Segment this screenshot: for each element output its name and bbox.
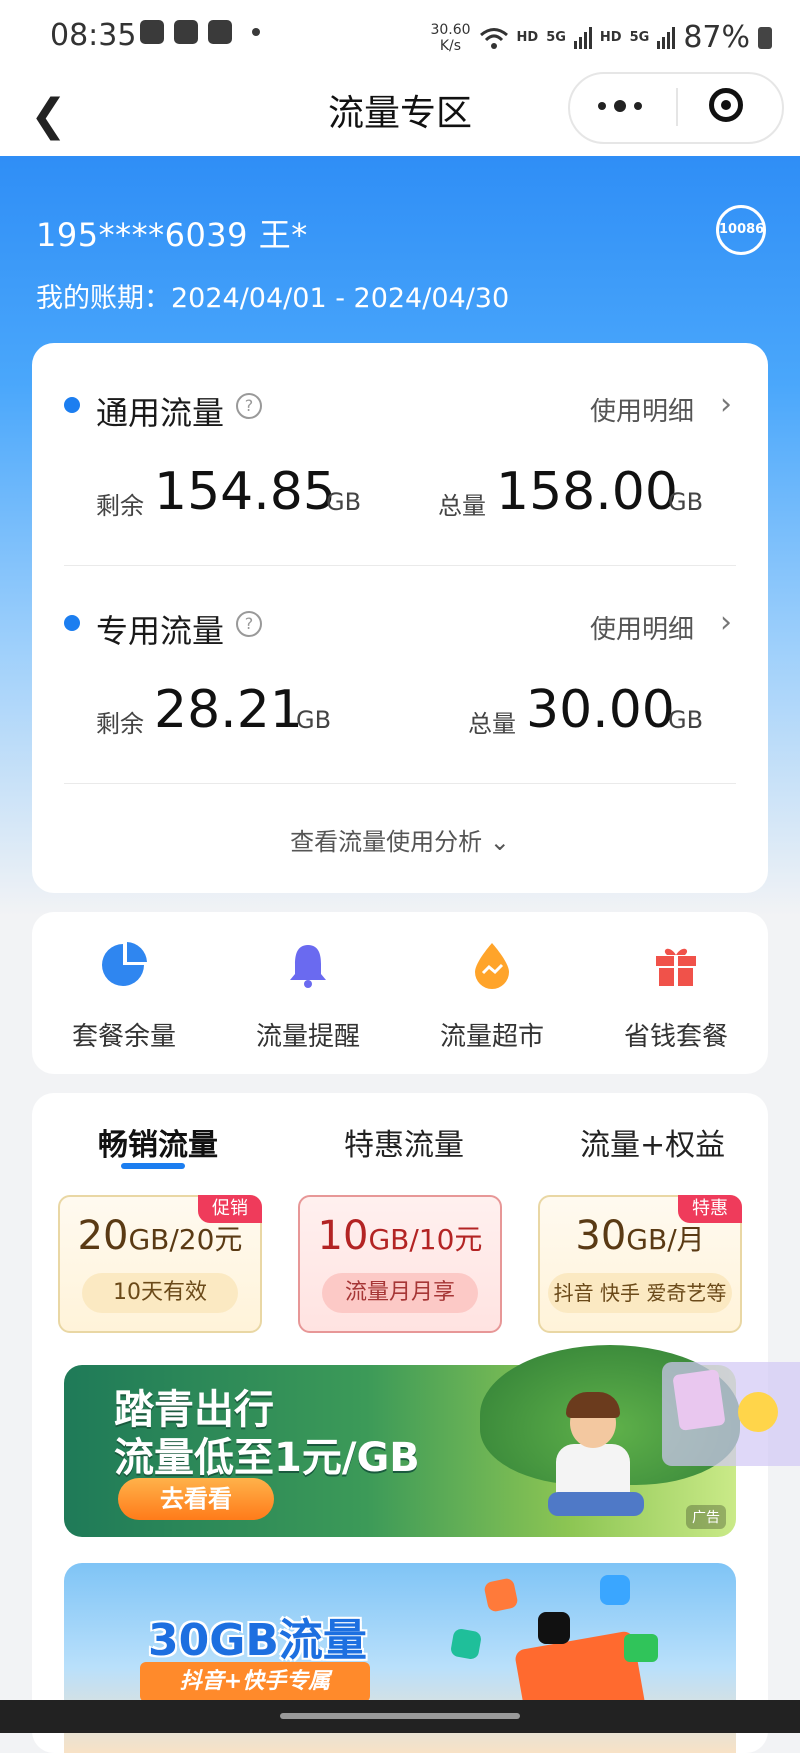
tab-discount[interactable]: 特惠流量 bbox=[344, 1120, 464, 1164]
capsule-divider bbox=[676, 88, 678, 126]
active-tab-indicator bbox=[121, 1163, 185, 1169]
product-card-3[interactable]: 30GB/月 抖音 快手 爱奇艺等 特惠 bbox=[538, 1195, 742, 1333]
customer-service-icon[interactable]: 10086 bbox=[716, 205, 766, 255]
shopping-bag-icon bbox=[208, 20, 232, 44]
general-remain-unit: GB bbox=[326, 488, 362, 516]
ad-label: 广告 bbox=[686, 1505, 726, 1529]
bee-mascot-icon bbox=[738, 1392, 778, 1432]
special-detail-link[interactable]: 使用明细 bbox=[590, 609, 694, 646]
battery-icon bbox=[758, 26, 772, 49]
special-remain-label: 剩余 bbox=[96, 710, 144, 738]
promo-tag: 促销 bbox=[198, 1195, 262, 1223]
gift-icon bbox=[656, 948, 696, 986]
play-app-icon bbox=[449, 1627, 483, 1661]
help-icon-2[interactable]: ? bbox=[236, 611, 262, 637]
bell-icon bbox=[290, 945, 326, 988]
signal-5g-icon-2: 5G bbox=[629, 30, 650, 45]
shortcut-data-market[interactable]: 流量超市 bbox=[400, 912, 584, 1074]
signal-5g-icon: 5G bbox=[546, 30, 566, 45]
gallery-icon bbox=[174, 20, 198, 44]
signal-bars-icon bbox=[573, 26, 592, 49]
chevron-right-icon[interactable]: › bbox=[720, 387, 732, 422]
general-title: 通用流量 bbox=[96, 394, 225, 432]
general-detail-link[interactable]: 使用明细 bbox=[590, 391, 694, 428]
shortcut-panel: 套餐余量 流量提醒 流量超市 省钱套餐 bbox=[32, 912, 768, 1074]
drop-icon bbox=[475, 943, 509, 989]
shortcut-package-balance[interactable]: 套餐余量 bbox=[32, 912, 216, 1074]
divider-2 bbox=[64, 783, 736, 784]
general-total-value: 158.00 bbox=[496, 462, 678, 522]
notification-icon bbox=[140, 20, 164, 44]
status-time: 08:35 bbox=[50, 18, 137, 53]
chevron-down-icon: ⌄ bbox=[489, 828, 510, 856]
special-remain-value: 28.21 bbox=[154, 680, 303, 740]
special-total-label: 总量 bbox=[468, 710, 516, 738]
iqiyi-icon bbox=[624, 1634, 658, 1662]
divider bbox=[64, 565, 736, 566]
product-card-2[interactable]: 10GB/10元 流量月月享 bbox=[298, 1195, 502, 1333]
product-card[interactable]: 20GB/20元 10天有效 促销 bbox=[58, 1195, 262, 1333]
notification-icons bbox=[140, 20, 260, 44]
tab-data-plus-benefits[interactable]: 流量+权益 bbox=[580, 1120, 725, 1164]
special-title: 专用流量 bbox=[96, 612, 225, 650]
chevron-right-icon-2[interactable]: › bbox=[720, 605, 732, 640]
banner2-title: 30GB流量 bbox=[148, 1615, 367, 1666]
close-program-icon[interactable] bbox=[709, 88, 743, 122]
shortcut-saving-plan[interactable]: 省钱套餐 bbox=[584, 912, 768, 1074]
signal-bars-icon-2 bbox=[657, 26, 676, 49]
general-remain-value: 154.85 bbox=[154, 462, 336, 522]
banner-subheadline: 流量低至1元/GB bbox=[114, 1435, 420, 1481]
special-total-unit: GB bbox=[668, 706, 704, 734]
net-speed: 30.60 K/s bbox=[430, 21, 471, 54]
banner-go-button[interactable]: 去看看 bbox=[118, 1478, 274, 1520]
home-indicator[interactable] bbox=[280, 1713, 520, 1719]
banner2-subtitle: 抖音+快手专属 bbox=[140, 1662, 370, 1702]
pie-chart-icon bbox=[102, 942, 147, 986]
special-total-value: 30.00 bbox=[526, 680, 675, 740]
billing-period: 我的账期：2024/04/01 - 2024/04/30 bbox=[36, 283, 510, 314]
child-hair bbox=[566, 1392, 620, 1418]
general-remain-label: 剩余 bbox=[96, 492, 144, 520]
usage-analysis-toggle[interactable]: 查看流量使用分析 ⌄ bbox=[32, 822, 768, 857]
general-total-label: 总量 bbox=[438, 492, 486, 520]
more-icon[interactable] bbox=[598, 100, 642, 112]
shortcut-data-reminder[interactable]: 流量提醒 bbox=[216, 912, 400, 1074]
help-icon[interactable]: ? bbox=[236, 393, 262, 419]
status-indicators: 30.60 K/s HD 5G HD 5G 87% bbox=[430, 20, 772, 55]
special-dot bbox=[64, 615, 80, 631]
phone-number: 195****6039 王* bbox=[36, 216, 308, 254]
general-dot bbox=[64, 397, 80, 413]
tab-bestselling[interactable]: 畅销流量 bbox=[98, 1120, 218, 1164]
battery-level: 87% bbox=[683, 20, 750, 55]
notebook-icon bbox=[672, 1369, 726, 1431]
special-remain-unit: GB bbox=[296, 706, 332, 734]
general-total-unit: GB bbox=[668, 488, 704, 516]
video-app-icon bbox=[600, 1575, 630, 1605]
child-legs bbox=[548, 1492, 644, 1516]
wifi-icon bbox=[479, 27, 508, 49]
special-offer-tag: 特惠 bbox=[678, 1195, 742, 1223]
more-notifications-icon bbox=[252, 28, 260, 36]
tiktok-icon bbox=[538, 1612, 570, 1644]
